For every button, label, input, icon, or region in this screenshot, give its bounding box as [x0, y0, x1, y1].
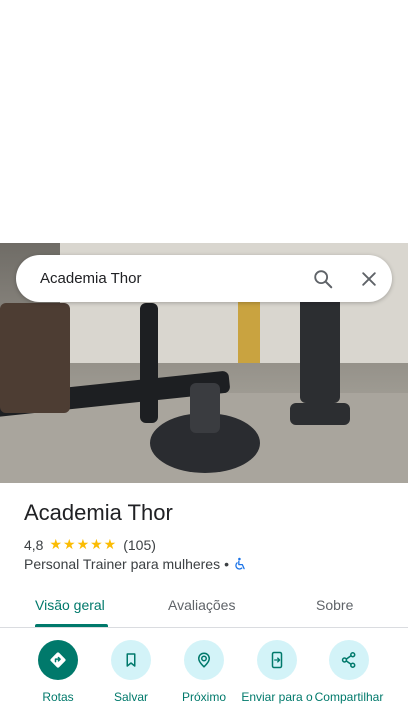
search-icon	[314, 269, 333, 288]
send-to-phone-icon	[271, 651, 283, 669]
bookmark-icon	[126, 653, 136, 667]
search-button[interactable]	[300, 256, 346, 302]
search-input[interactable]: Academia Thor	[40, 270, 300, 287]
share-label: Compartilhar	[314, 690, 384, 704]
save-button[interactable]: Salvar	[91, 640, 171, 704]
photo-machine-seat	[290, 403, 350, 425]
map-area-blank	[0, 0, 408, 243]
rating-stars-icon: ★★★★★	[49, 536, 118, 552]
share-icon	[341, 652, 356, 668]
active-tab-indicator	[35, 624, 108, 627]
clear-search-button[interactable]	[346, 256, 392, 302]
close-icon	[362, 271, 376, 286]
review-count[interactable]: (105)	[123, 537, 156, 553]
action-bar: Rotas Salvar Próximo Enviar para o Compa…	[0, 640, 408, 726]
nearby-button-circle[interactable]	[184, 640, 224, 680]
nearby-icon	[197, 652, 211, 668]
wheelchair-accessible-icon	[235, 557, 245, 570]
search-bar[interactable]: Academia Thor	[16, 255, 392, 302]
photo-machine-left	[0, 303, 70, 413]
photo-machine-joint	[190, 383, 220, 433]
share-button[interactable]: Compartilhar	[309, 640, 389, 704]
nearby-label: Próximo	[181, 690, 226, 704]
nearby-button[interactable]: Próximo	[164, 640, 244, 704]
place-tabs: Visão geral Avaliações Sobre	[0, 583, 408, 628]
directions-icon	[50, 652, 66, 668]
save-button-circle[interactable]	[111, 640, 151, 680]
photo-machine-post	[140, 303, 158, 423]
share-button-circle[interactable]	[329, 640, 369, 680]
directions-button-circle[interactable]	[38, 640, 78, 680]
send-to-phone-button-circle[interactable]	[257, 640, 297, 680]
save-label: Salvar	[113, 690, 148, 704]
rating-value: 4,8	[24, 536, 44, 553]
directions-button[interactable]: Rotas	[18, 640, 98, 704]
rating-row[interactable]: 4,8 ★★★★★ (105)	[24, 536, 156, 553]
tab-reviews[interactable]: Avaliações	[168, 597, 235, 613]
send-to-phone-label: Enviar para o	[241, 690, 313, 704]
place-title: Academia Thor	[24, 500, 173, 525]
tab-about[interactable]: Sobre	[316, 597, 353, 613]
category-row: Personal Trainer para mulheres •	[24, 556, 247, 572]
directions-label: Rotas	[42, 690, 74, 704]
tab-overview[interactable]: Visão geral	[35, 597, 105, 613]
place-category: Personal Trainer para mulheres	[24, 556, 221, 572]
category-separator: •	[224, 556, 230, 572]
send-to-phone-button[interactable]: Enviar para o	[237, 640, 317, 704]
